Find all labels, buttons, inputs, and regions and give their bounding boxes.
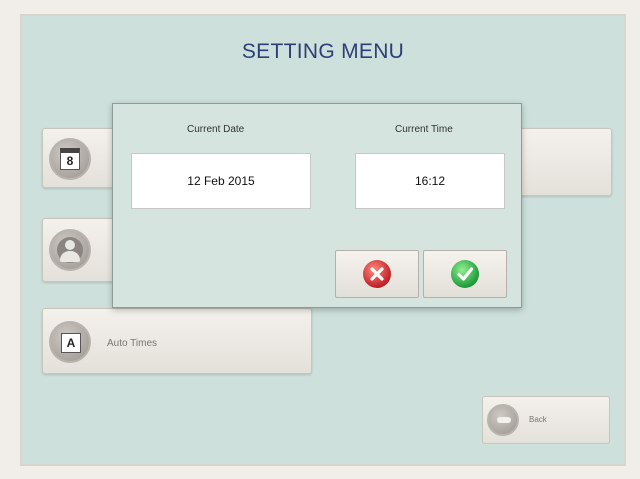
user-round-icon bbox=[49, 229, 91, 271]
cancel-icon bbox=[363, 260, 391, 288]
current-time-field[interactable]: 16:12 bbox=[355, 153, 505, 209]
current-date-field[interactable]: 12 Feb 2015 bbox=[131, 153, 311, 209]
back-round-icon bbox=[487, 404, 519, 436]
calendar-icon: 8 bbox=[60, 148, 80, 170]
date-time-dialog: Current Date 12 Feb 2015 Current Time 16… bbox=[112, 103, 522, 308]
back-button[interactable]: Back bbox=[482, 396, 610, 444]
user-icon bbox=[57, 237, 83, 263]
cancel-button[interactable] bbox=[335, 250, 419, 298]
auto-times-icon: A bbox=[61, 333, 81, 353]
setting-screen: SETTING MENU 8 A Auto Times Back Current… bbox=[20, 14, 626, 466]
auto-times-button[interactable]: A Auto Times bbox=[42, 308, 312, 374]
back-label: Back bbox=[529, 415, 547, 424]
current-date-label: Current Date bbox=[187, 124, 245, 135]
auto-times-label: Auto Times bbox=[107, 338, 158, 349]
back-arrow-icon bbox=[497, 417, 511, 423]
confirm-icon bbox=[451, 260, 479, 288]
date-time-round-icon: 8 bbox=[49, 138, 91, 180]
auto-times-round-icon: A bbox=[49, 321, 91, 363]
current-time-label: Current Time bbox=[395, 124, 453, 135]
page-title: SETTING MENU bbox=[241, 40, 405, 63]
confirm-button[interactable] bbox=[423, 250, 507, 298]
